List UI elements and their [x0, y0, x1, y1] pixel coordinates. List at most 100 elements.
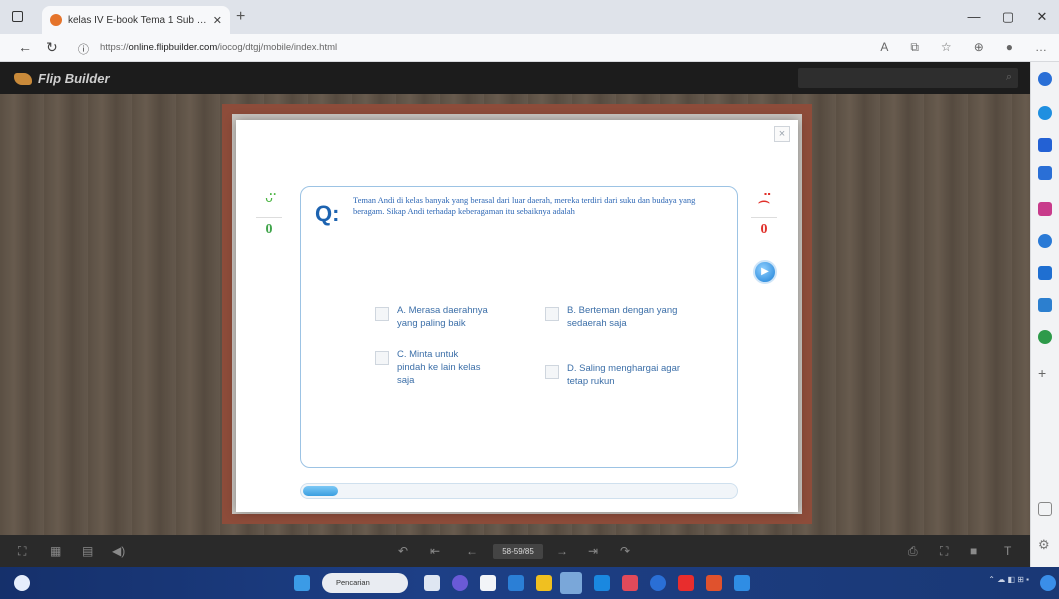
url-host: online.flipbuilder.com: [128, 42, 218, 53]
fullscreen-icon[interactable]: ⛶: [18, 544, 26, 559]
search-icon[interactable]: ⌕: [1006, 71, 1012, 84]
office-app-icon[interactable]: [706, 575, 722, 591]
score-divider: [256, 217, 282, 218]
sad-icon: ⌢̈: [757, 190, 771, 212]
edge-sidebar: + ⚙: [1030, 62, 1059, 567]
quiz-progress-bar: [300, 483, 738, 499]
more-icon[interactable]: …: [1035, 40, 1047, 55]
page-indicator[interactable]: 58-59/85: [493, 544, 543, 559]
window-controls: — ▢ ✕: [957, 0, 1059, 34]
read-aloud-icon[interactable]: A: [880, 40, 888, 55]
youtube-icon[interactable]: [678, 575, 694, 591]
edge-icon[interactable]: [508, 575, 524, 591]
notification-icon[interactable]: [1040, 575, 1056, 591]
option-b-checkbox[interactable]: [545, 307, 559, 321]
app-available-icon[interactable]: ⧉: [910, 40, 919, 55]
task-view-icon[interactable]: [424, 575, 440, 591]
wrong-score: ⌢̈ 0: [749, 190, 779, 238]
brand: Flip Builder: [14, 71, 110, 86]
office-icon[interactable]: [1038, 234, 1052, 248]
share-icon[interactable]: ■: [970, 544, 977, 558]
minimize-button[interactable]: —: [957, 0, 991, 34]
correct-count: 0: [265, 222, 273, 237]
option-c[interactable]: C. Minta untuk pindah ke lain kelas saja: [375, 349, 535, 387]
url-field[interactable]: https://online.flipbuilder.com/iocog/dtg…: [100, 42, 840, 53]
weather-icon[interactable]: [14, 575, 30, 591]
previous-page-icon[interactable]: ←: [466, 544, 478, 558]
text-icon[interactable]: T: [1004, 544, 1011, 558]
table-of-contents-icon[interactable]: ▤: [82, 544, 93, 558]
book-search-input[interactable]: ⌕: [798, 68, 1018, 88]
teams-icon[interactable]: [452, 575, 468, 591]
settings-gear-icon[interactable]: ⚙: [1038, 538, 1052, 552]
close-window-button[interactable]: ✕: [1025, 0, 1059, 34]
search-sidebar-icon[interactable]: [1038, 72, 1052, 86]
taskbar-search[interactable]: Pencarian: [322, 573, 408, 593]
url-prefix: https://: [100, 42, 129, 53]
option-b-label: B. Berteman dengan yang sedaerah saja: [567, 305, 678, 329]
profile-icon[interactable]: ●: [1006, 40, 1013, 55]
tree-icon[interactable]: [1038, 330, 1052, 344]
active-browser-icon[interactable]: [560, 572, 582, 594]
start-icon[interactable]: [294, 575, 310, 591]
thumbnails-icon[interactable]: ▦: [50, 544, 61, 558]
option-a-checkbox[interactable]: [375, 307, 389, 321]
file-explorer-icon[interactable]: [480, 575, 496, 591]
q-label: Q:: [315, 201, 340, 226]
option-d[interactable]: D. Saling menghargai agar tetap rukun: [545, 363, 715, 389]
telegram-icon[interactable]: [1038, 298, 1052, 312]
app-icon[interactable]: [622, 575, 638, 591]
address-bar-actions: A ⧉ ☆ ⊕ ● …: [880, 40, 1047, 55]
flipbuilder-logo-icon: [14, 72, 32, 85]
tools-icon[interactable]: [1038, 166, 1052, 180]
tab-close-icon[interactable]: ✕: [213, 14, 222, 27]
last-page-icon[interactable]: ⇥: [588, 544, 598, 558]
sound-icon[interactable]: ◀): [112, 544, 125, 558]
maximize-button[interactable]: ▢: [991, 0, 1025, 34]
option-d-checkbox[interactable]: [545, 365, 559, 379]
system-tray[interactable]: ⌃ ☁ ◧ ⊞ ▪: [988, 575, 1029, 584]
add-sidebar-icon[interactable]: +: [1038, 366, 1052, 380]
tab-title: kelas IV E-book Tema 1 Sub Ten: [68, 14, 209, 26]
window-menu-icon[interactable]: [12, 11, 23, 22]
refresh-icon[interactable]: ↻: [46, 39, 58, 56]
option-c-checkbox[interactable]: [375, 351, 389, 365]
collections-icon[interactable]: ⊕: [974, 40, 984, 55]
brand-name: Flip Builder: [38, 71, 110, 86]
new-tab-button[interactable]: +: [236, 8, 245, 26]
store-icon[interactable]: [594, 575, 610, 591]
score-divider: [751, 217, 777, 218]
back-icon[interactable]: ←: [18, 39, 32, 55]
browser-tab[interactable]: kelas IV E-book Tema 1 Sub Ten ✕: [42, 6, 230, 34]
quiz-progress-fill: [303, 486, 338, 496]
outlook-icon[interactable]: [1038, 266, 1052, 280]
smile-icon: ᵕ̈: [265, 190, 273, 212]
games-icon[interactable]: [1038, 202, 1052, 216]
undo-icon[interactable]: ↶: [398, 544, 408, 558]
correct-score: ᵕ̈ 0: [254, 190, 284, 238]
favicon-icon: [50, 14, 62, 26]
autoflip-icon[interactable]: ⛶: [940, 544, 948, 559]
folder-icon[interactable]: [536, 575, 552, 591]
first-page-icon[interactable]: ⇤: [430, 544, 440, 558]
redo-icon[interactable]: ↷: [620, 544, 630, 558]
next-page-icon[interactable]: →: [556, 544, 568, 558]
sidebar-layout-icon[interactable]: [1038, 502, 1052, 516]
windows-taskbar: Pencarian ⌃ ☁ ◧ ⊞ ▪: [0, 567, 1059, 599]
browser-titlebar: kelas IV E-book Tema 1 Sub Ten ✕ + — ▢ ✕: [0, 0, 1059, 34]
shopping-icon[interactable]: [1038, 138, 1052, 152]
question-text: Teman Andi di kelas banyak yang berasal …: [353, 195, 696, 217]
photos-icon[interactable]: [734, 575, 750, 591]
question-panel: Q: Teman Andi di kelas banyak yang beras…: [300, 186, 738, 468]
info-icon[interactable]: ⓘ: [78, 41, 89, 57]
favorite-icon[interactable]: ☆: [941, 40, 952, 55]
bing-icon[interactable]: [1038, 106, 1052, 120]
option-d-label: D. Saling menghargai agar tetap rukun: [567, 363, 681, 387]
chrome-icon[interactable]: [650, 575, 666, 591]
option-a[interactable]: A. Merasa daerahnya yang paling baik: [375, 305, 535, 331]
print-icon[interactable]: ⎙: [908, 544, 918, 559]
play-icon: ▶: [761, 266, 769, 277]
option-b[interactable]: B. Berteman dengan yang sedaerah saja: [545, 305, 715, 331]
next-question-button[interactable]: ▶: [753, 260, 777, 284]
close-icon[interactable]: ×: [774, 126, 790, 142]
